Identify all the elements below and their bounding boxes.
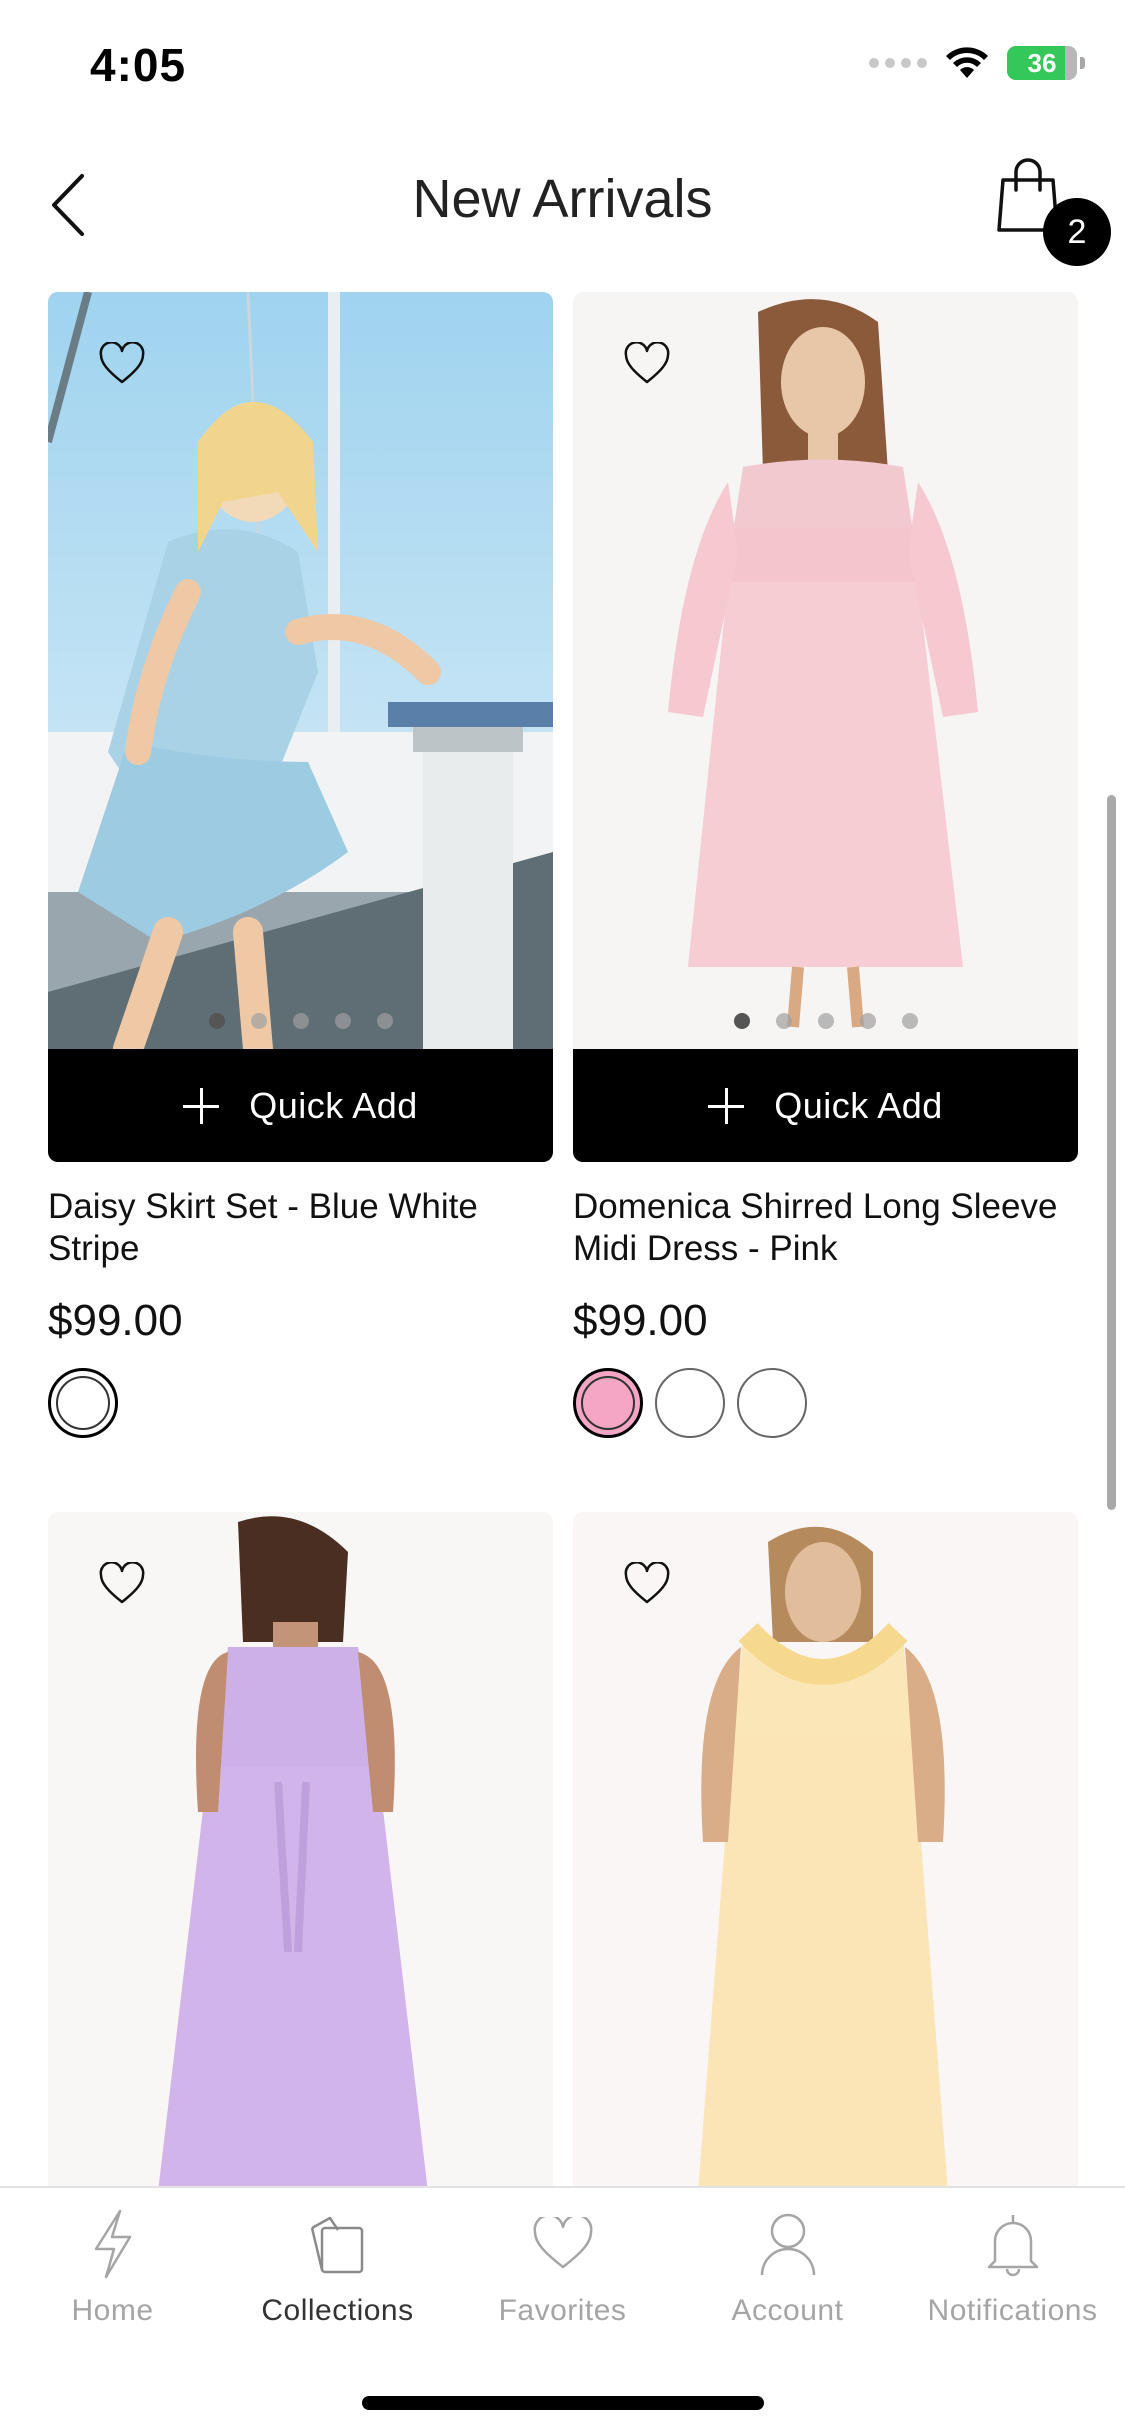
- product-card[interactable]: Quick Add Domenica Shirred Long Sleeve M…: [573, 292, 1078, 1438]
- color-swatches: [48, 1368, 553, 1438]
- image-carousel-dots[interactable]: [573, 1013, 1078, 1029]
- scrollbar[interactable]: [1107, 795, 1116, 1510]
- lightning-icon: [78, 2208, 148, 2280]
- plus-icon: [708, 1087, 745, 1124]
- quick-add-button[interactable]: Quick Add: [573, 1049, 1078, 1162]
- tab-favorites[interactable]: Favorites: [450, 2208, 675, 2348]
- home-indicator: [362, 2396, 764, 2410]
- tab-label: Collections: [261, 2294, 414, 2327]
- tab-label: Favorites: [498, 2294, 627, 2327]
- collections-icon: [303, 2208, 373, 2280]
- product-image[interactable]: [573, 1512, 1078, 2188]
- tab-home[interactable]: Home: [0, 2208, 225, 2348]
- tab-label: Home: [71, 2294, 154, 2327]
- favorite-heart-icon[interactable]: [623, 342, 671, 386]
- bell-icon: [978, 2208, 1048, 2280]
- battery-level: 36: [1027, 47, 1057, 78]
- quick-add-label: Quick Add: [774, 1084, 943, 1126]
- product-name[interactable]: Domenica Shirred Long Sleeve Midi Dress …: [573, 1186, 1078, 1270]
- product-price: $99.00: [48, 1296, 183, 1345]
- product-photo: [48, 292, 553, 1049]
- color-swatch-pink[interactable]: [573, 1368, 643, 1438]
- quick-add-label: Quick Add: [249, 1084, 418, 1126]
- product-image[interactable]: [48, 1512, 553, 2188]
- product-photo: [573, 1512, 1078, 2188]
- plus-icon: [183, 1087, 220, 1124]
- product-name[interactable]: Daisy Skirt Set - Blue White Stripe: [48, 1186, 553, 1270]
- battery-icon: 36: [1007, 46, 1085, 80]
- person-icon: [753, 2208, 823, 2280]
- product-card[interactable]: [573, 1512, 1078, 2188]
- color-swatches: [573, 1368, 1078, 1438]
- color-swatch-white[interactable]: [737, 1368, 807, 1438]
- tab-label: Account: [731, 2294, 844, 2327]
- product-image[interactable]: [573, 292, 1078, 1049]
- cellular-signal-icon: [869, 58, 927, 68]
- product-card[interactable]: [48, 1512, 553, 2188]
- product-photo: [573, 292, 1078, 1049]
- status-bar: 4:05 36: [0, 0, 1125, 140]
- product-card[interactable]: Quick Add Daisy Skirt Set - Blue White S…: [48, 292, 553, 1438]
- page-title: New Arrivals: [412, 169, 713, 229]
- tab-collections[interactable]: Collections: [225, 2208, 450, 2348]
- color-swatch-white[interactable]: [655, 1368, 725, 1438]
- status-time: 4:05: [90, 39, 187, 91]
- cart-count-badge: 2: [1043, 198, 1111, 266]
- nav-header: New Arrivals 2: [0, 140, 1125, 290]
- wifi-icon: [946, 47, 988, 78]
- heart-icon: [528, 2208, 598, 2280]
- product-photo: [48, 1512, 553, 2188]
- cart-button[interactable]: 2: [985, 158, 1115, 268]
- product-image[interactable]: [48, 292, 553, 1049]
- status-icons: 36: [869, 46, 1085, 80]
- tab-notifications[interactable]: Notifications: [900, 2208, 1125, 2348]
- image-carousel-dots[interactable]: [48, 1013, 553, 1029]
- quick-add-button[interactable]: Quick Add: [48, 1049, 553, 1162]
- color-swatch-white[interactable]: [48, 1368, 118, 1438]
- favorite-heart-icon[interactable]: [98, 1562, 146, 1606]
- favorite-heart-icon[interactable]: [98, 342, 146, 386]
- favorite-heart-icon[interactable]: [623, 1562, 671, 1606]
- product-price: $99.00: [573, 1296, 708, 1345]
- tab-account[interactable]: Account: [675, 2208, 900, 2348]
- product-grid: Quick Add Daisy Skirt Set - Blue White S…: [0, 290, 1125, 2188]
- tab-label: Notifications: [927, 2294, 1098, 2327]
